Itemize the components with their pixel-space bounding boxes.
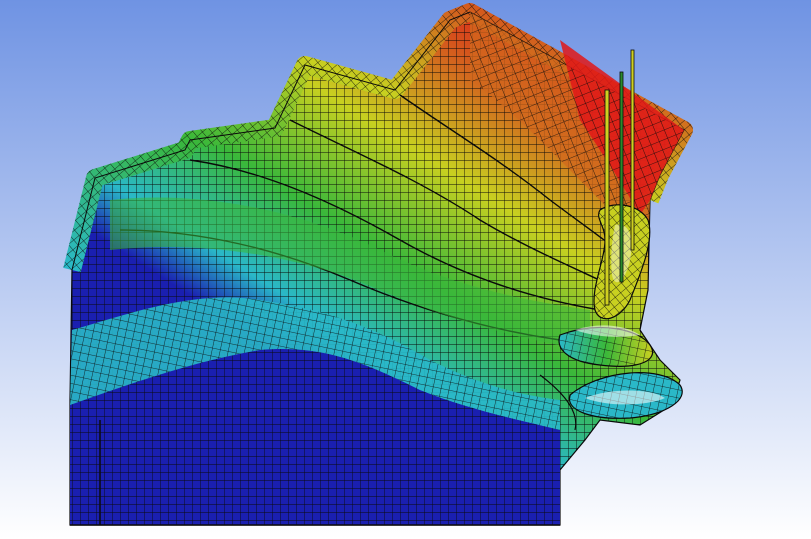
fea-mesh-scene[interactable]	[0, 0, 811, 539]
probe-rod-3[interactable]	[630, 49, 635, 251]
graphics-viewport[interactable]	[0, 0, 811, 539]
probe-rod-2[interactable]	[619, 71, 624, 283]
probe-rod-1[interactable]	[604, 89, 610, 306]
